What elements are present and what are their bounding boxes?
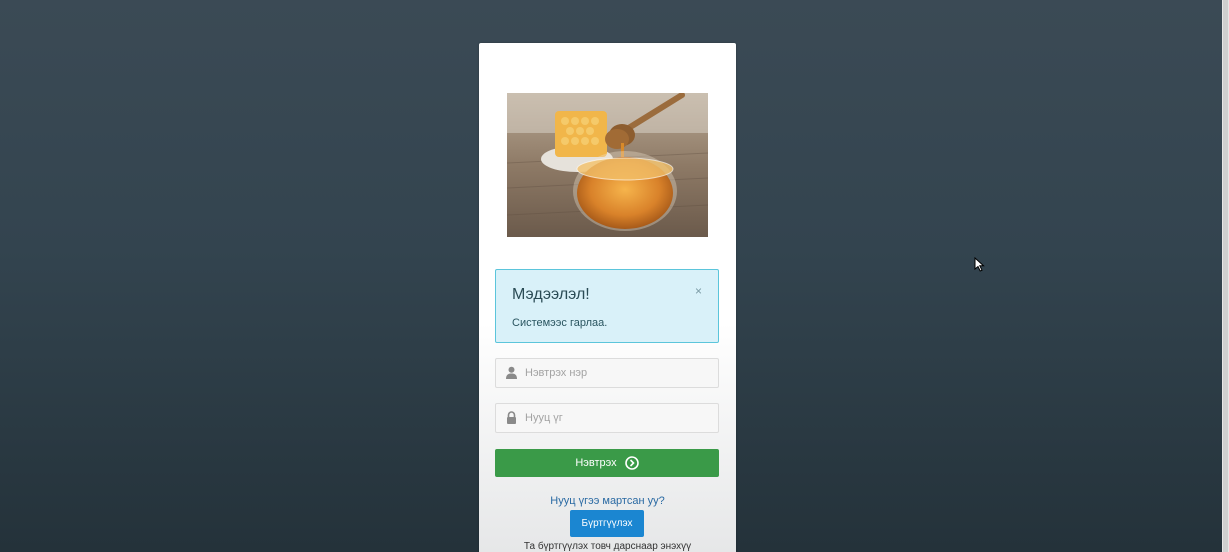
honey-photo [507,93,708,237]
password-input[interactable] [525,404,711,432]
lock-icon [507,411,516,424]
forgot-password-link[interactable]: Нууц үгээ мартсан уу? [479,495,736,507]
arrow-circle-right-icon [624,456,639,470]
register-button[interactable]: Бүртгүүлэх [570,510,644,537]
alert-title: Мэдээлэл! [512,286,590,303]
password-field [495,403,719,433]
alert-message: Системээс гарлаа. [512,317,608,329]
register-note: Та бүртгүүлэх товч дарснаар энэхүү [523,541,692,552]
login-button-label: Нэвтрэх [575,457,617,469]
scrollbar-thumb[interactable] [1223,0,1228,552]
login-button[interactable]: Нэвтрэх [495,449,719,477]
info-alert: Мэдээлэл! × Системээс гарлаа. [495,269,719,343]
close-icon[interactable]: × [695,285,702,297]
page-scrollbar[interactable] [1222,0,1229,552]
username-field [495,358,719,388]
user-icon [506,366,517,379]
username-input[interactable] [525,359,711,387]
mouse-cursor-icon [974,257,985,272]
login-card: Мэдээлэл! × Системээс гарлаа. Нэвтрэх Ну… [479,43,736,552]
